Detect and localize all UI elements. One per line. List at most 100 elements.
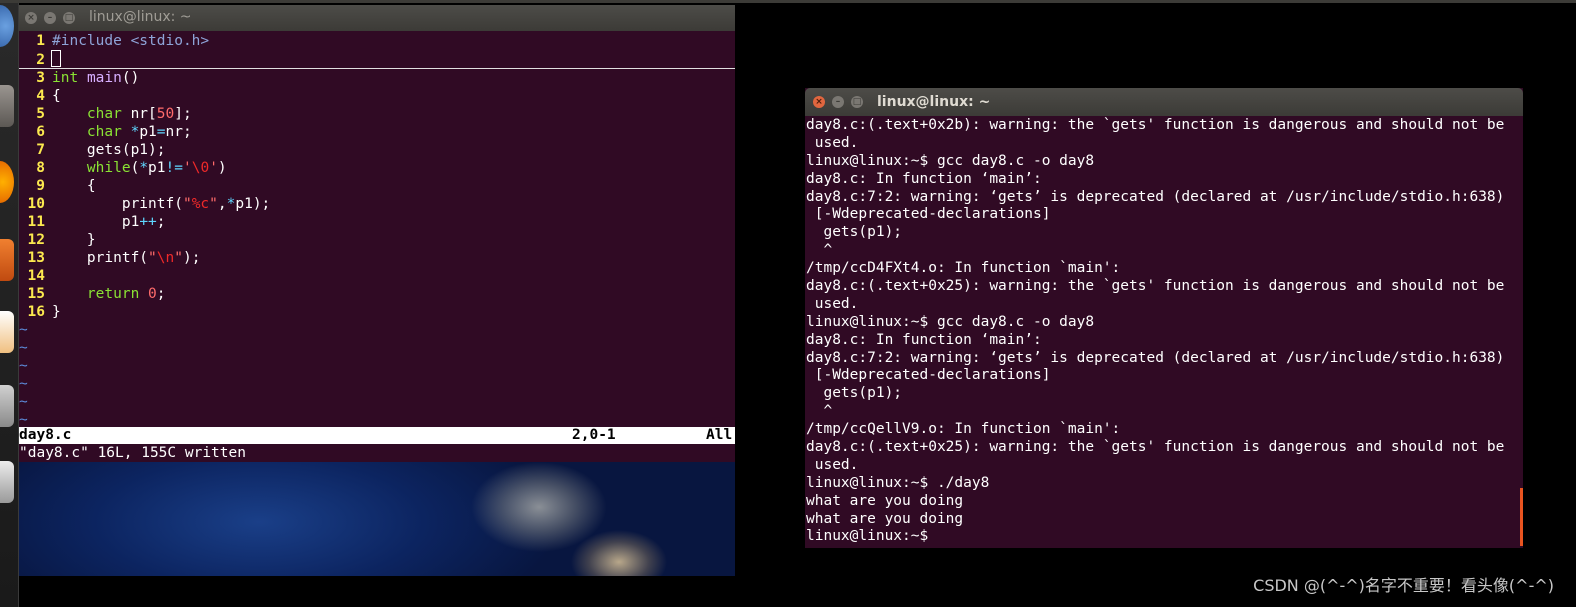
code-line[interactable]: 16}	[19, 303, 735, 321]
code-line[interactable]: 8 while(*p1!='\0')	[19, 159, 735, 177]
status-scroll-position: All	[706, 427, 733, 443]
code-line[interactable]: 5 char nr[50];	[19, 105, 735, 123]
terminal-line: ^	[806, 403, 833, 420]
code-line[interactable]: 12 }	[19, 231, 735, 249]
line-number: 10	[27, 196, 45, 212]
code-line[interactable]: 9 {	[19, 177, 735, 195]
line-number: 2	[36, 52, 45, 68]
terminal-line: linux@linux:~$ gcc day8.c -o day8	[806, 152, 1095, 169]
code-token: "	[148, 250, 157, 266]
launcher-firefox-icon[interactable]	[0, 161, 14, 203]
terminal-line: [-Wdeprecated-declarations]	[806, 206, 1051, 223]
terminal-line: day8.c:(.text+0x25): warning: the `gets'…	[806, 439, 1505, 456]
launcher-libreoffice-icon[interactable]	[0, 239, 14, 281]
launcher-terminal-icon[interactable]	[0, 461, 14, 503]
empty-line-tilde: ~	[19, 358, 28, 374]
code-token: "	[209, 196, 218, 212]
window-title: linux@linux: ~	[89, 9, 192, 25]
code-line[interactable]: 6 char *p1=nr;	[19, 123, 735, 141]
line-number: 13	[27, 250, 45, 266]
launcher-impress-icon[interactable]	[0, 311, 14, 353]
window-title: linux@linux: ~	[877, 94, 991, 110]
code-line[interactable]: 14	[19, 267, 735, 285]
code-token: int	[52, 70, 79, 86]
line-number: 15	[27, 286, 45, 302]
terminal-output[interactable]: day8.c:(.text+0x2b): warning: the `gets'…	[806, 117, 1523, 546]
code-token: ;	[156, 214, 166, 230]
terminal-line: day8.c:7:2: warning: ‘gets’ is deprecate…	[806, 188, 1505, 205]
maximize-icon[interactable]: □	[63, 12, 75, 24]
code-token: (	[130, 160, 140, 176]
maximize-icon[interactable]: □	[851, 96, 863, 108]
terminal-line: day8.c: In function ‘main’:	[806, 331, 1042, 348]
terminal-scrollbar[interactable]	[1520, 488, 1523, 546]
line-number: 6	[36, 124, 45, 140]
code-line[interactable]: 15 return 0;	[19, 285, 735, 303]
vim-window-titlebar[interactable]: × – □ linux@linux: ~	[19, 5, 735, 31]
desktop-wallpaper	[19, 462, 735, 576]
code-token: "	[182, 196, 192, 212]
empty-line-tilde: ~	[19, 376, 28, 392]
vim-code-area[interactable]: 1 #include <stdio.h> 2 3 int main() 4{5 char …	[19, 32, 735, 429]
close-icon[interactable]: ×	[813, 96, 825, 108]
launcher-dash-icon[interactable]	[0, 5, 14, 47]
terminal-window[interactable]: × – □ linux@linux: ~ day8.c:(.text+0x2b)…	[805, 88, 1523, 548]
line-number: 11	[27, 214, 45, 230]
terminal-line: linux@linux:~$ gcc day8.c -o day8	[806, 313, 1095, 330]
line-number: 5	[36, 106, 45, 122]
status-cursor-position: 2,0-1	[572, 427, 616, 443]
code-token: main	[86, 70, 122, 86]
line-number: 12	[27, 232, 45, 248]
code-token: p1	[148, 160, 166, 176]
terminal-line: day8.c:(.text+0x2b): warning: the `gets'…	[806, 117, 1505, 133]
terminal-line: used.	[806, 295, 859, 312]
code-token: );	[182, 250, 201, 266]
terminal-line: [-Wdeprecated-declarations]	[806, 367, 1051, 384]
terminal-line: used.	[806, 456, 859, 473]
code-line[interactable]: 13 printf("\n");	[19, 249, 735, 267]
launcher-settings-icon[interactable]	[0, 385, 14, 427]
terminal-line: /tmp/ccQellV9.o: In function `main':	[806, 421, 1121, 438]
code-line[interactable]: 4{	[19, 87, 735, 105]
line-number: 4	[36, 88, 45, 104]
code-line[interactable]: 3 int main()	[19, 69, 735, 87]
vim-editor-window[interactable]: × – □ linux@linux: ~ 1 #include <stdio.h>…	[19, 5, 735, 462]
code-token: '	[182, 160, 192, 176]
code-token: printf(	[52, 250, 149, 266]
code-line[interactable]: 1 #include <stdio.h>	[19, 32, 735, 50]
code-line[interactable]: 11 p1++;	[19, 213, 735, 231]
terminal-line: used.	[806, 134, 859, 151]
code-token: nr;	[165, 124, 192, 140]
code-token: p1);	[235, 196, 271, 212]
minimize-icon[interactable]: –	[832, 96, 844, 108]
close-icon[interactable]: ×	[25, 12, 37, 24]
terminal-line: /tmp/ccD4FXt4.o: In function `main':	[806, 260, 1121, 277]
code-token: p1	[139, 124, 157, 140]
code-token: }	[52, 232, 96, 248]
line-number: 16	[27, 304, 45, 320]
code-token: ()	[121, 70, 140, 86]
code-token: p1	[52, 214, 140, 230]
code-line[interactable]: 2	[19, 50, 735, 69]
code-token: \0	[191, 160, 210, 176]
code-token: *	[130, 124, 140, 140]
code-token: ;	[156, 286, 166, 302]
code-token: ++	[139, 214, 157, 230]
code-line[interactable]: 10 printf("%c",*p1);	[19, 195, 735, 213]
code-line[interactable]: 7 gets(p1);	[19, 141, 735, 159]
code-token: printf(	[52, 196, 183, 212]
terminal-line: day8.c:(.text+0x25): warning: the `gets'…	[806, 278, 1505, 295]
launcher-files-icon[interactable]	[0, 85, 14, 127]
code-token: ];	[174, 106, 192, 122]
minimize-icon[interactable]: –	[44, 12, 56, 24]
line-number: 3	[36, 70, 45, 86]
code-token: gets(p1);	[52, 142, 166, 158]
terminal-window-titlebar[interactable]: × – □ linux@linux: ~	[805, 88, 1523, 116]
empty-line-tilde: ~	[19, 394, 28, 410]
